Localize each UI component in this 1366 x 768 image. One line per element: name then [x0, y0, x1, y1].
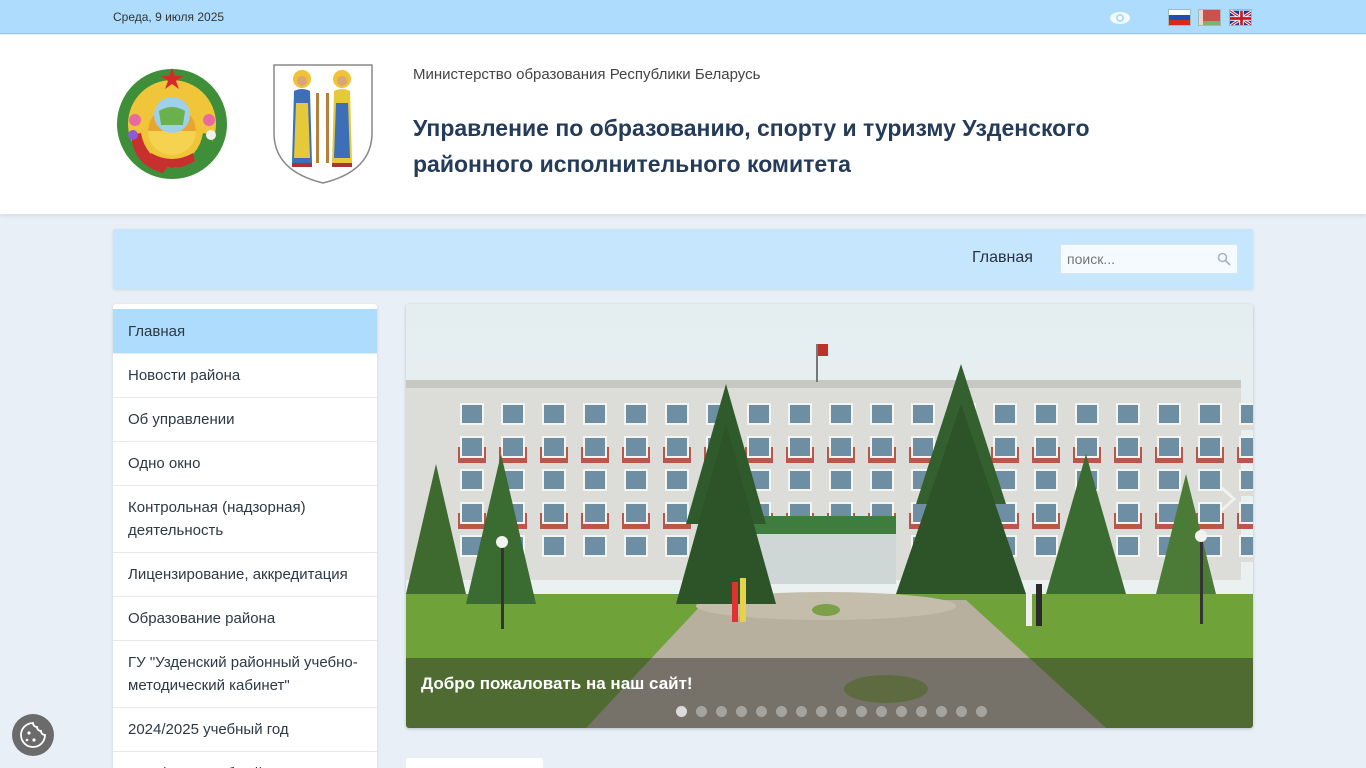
current-date: Среда, 9 июля 2025	[113, 10, 225, 24]
slider-dot[interactable]	[756, 706, 767, 717]
sidebar-item-one-window[interactable]: Одно окно	[113, 441, 377, 485]
sidebar-item-about[interactable]: Об управлении	[113, 397, 377, 441]
slider-dot[interactable]	[736, 706, 747, 717]
slider-dot[interactable]	[696, 706, 707, 717]
slider-dot[interactable]	[936, 706, 947, 717]
slider-dot[interactable]	[896, 706, 907, 717]
sidebar-item-year-2025[interactable]: 2025/2026 учебный год	[113, 751, 377, 768]
ministry-name: Министерство образования Республики Бела…	[413, 66, 761, 83]
sidebar-item-home[interactable]: Главная	[113, 309, 377, 353]
cookie-button[interactable]	[12, 714, 54, 756]
flag-gb-icon[interactable]	[1229, 9, 1252, 26]
sidebar-item-methodical-office[interactable]: ГУ "Узденский районный учебно-методическ…	[113, 640, 377, 707]
slider-dot[interactable]	[876, 706, 887, 717]
sidebar-item-year-2024[interactable]: 2024/2025 учебный год	[113, 707, 377, 751]
sidebar-item-district-news[interactable]: Новости района	[113, 353, 377, 397]
sidebar-item-education[interactable]: Образование района	[113, 596, 377, 640]
state-emblem-icon[interactable]	[113, 65, 231, 183]
top-bar: Среда, 9 июля 2025	[0, 0, 1366, 34]
slide-caption-text: Добро пожаловать на наш сайт!	[421, 674, 693, 693]
slider-dot[interactable]	[796, 706, 807, 717]
slider-dot[interactable]	[856, 706, 867, 717]
site-header: Министерство образования Республики Бела…	[0, 35, 1366, 214]
site-title[interactable]: Управление по образованию, спорту и тури…	[413, 110, 1213, 182]
slider-dot[interactable]	[816, 706, 827, 717]
sidebar-item-licensing[interactable]: Лицензирование, аккредитация	[113, 552, 377, 596]
sidebar-item-supervision[interactable]: Контрольная (надзорная) деятельность	[113, 485, 377, 552]
content-tab[interactable]	[406, 758, 543, 768]
next-slide-icon[interactable]	[1216, 484, 1240, 514]
main-nav: Главная	[113, 229, 1253, 289]
slider-dot[interactable]	[836, 706, 847, 717]
search-input[interactable]	[1061, 245, 1211, 273]
nav-home-link[interactable]: Главная	[972, 249, 1033, 267]
search-box	[1060, 244, 1238, 274]
flag-ru-icon[interactable]	[1168, 9, 1191, 26]
search-icon[interactable]	[1217, 252, 1231, 266]
slider-dot[interactable]	[776, 706, 787, 717]
sidebar-menu: Главная Новости района Об управлении Одн…	[113, 304, 377, 768]
coat-of-arms-icon[interactable]	[272, 63, 374, 185]
slider-dot[interactable]	[916, 706, 927, 717]
slider-dots	[676, 706, 987, 717]
eye-icon[interactable]	[1109, 10, 1131, 26]
slider-dot[interactable]	[976, 706, 987, 717]
slider-dot[interactable]	[676, 706, 687, 717]
image-slider[interactable]: Добро пожаловать на наш сайт!	[406, 304, 1253, 728]
flag-by-icon[interactable]	[1198, 9, 1221, 26]
slider-dot[interactable]	[716, 706, 727, 717]
slider-dot[interactable]	[956, 706, 967, 717]
cookie-icon	[20, 722, 46, 748]
slide-caption: Добро пожаловать на наш сайт!	[406, 658, 1253, 728]
